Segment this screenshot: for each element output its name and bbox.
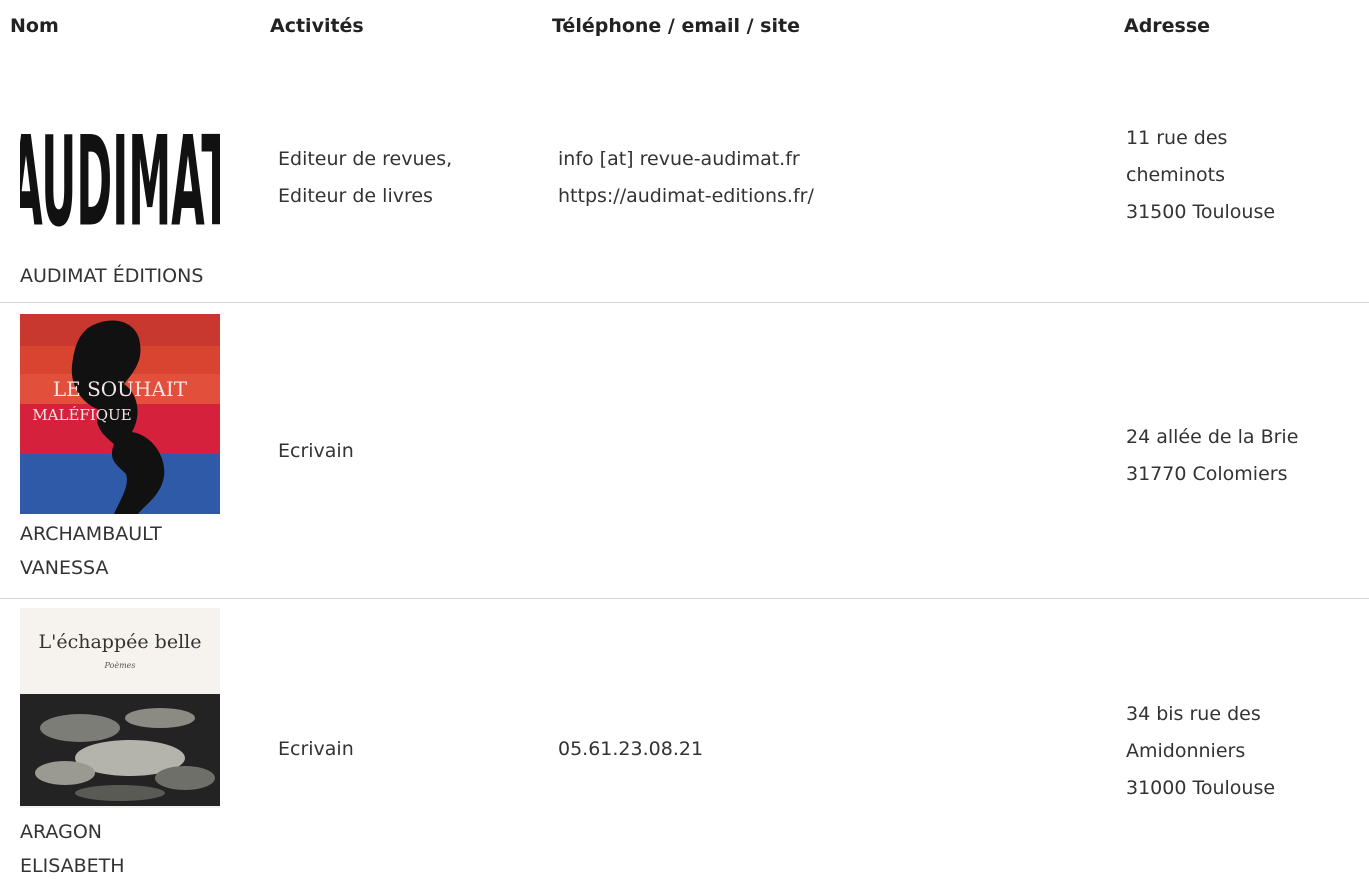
email-text[interactable]: info [at] revue-audimat.fr <box>558 141 814 178</box>
name-line: ARAGON <box>20 821 102 843</box>
name-line: VANESSA <box>20 557 109 579</box>
book-cover-l-echappee-belle[interactable]: L'échappée belle Poèmes <box>20 608 220 808</box>
address-line: 31770 Colomiers <box>1126 463 1288 485</box>
contact-cell: info [at] revue-audimat.fr https://audim… <box>558 141 814 215</box>
address-cell: 11 rue des cheminots 31500 Toulouse <box>1126 120 1275 231</box>
book-cover-le-souhait-malefique[interactable]: LE SOUHAIT MALÉFIQUE <box>20 314 220 514</box>
address-cell: 34 bis rue des Amidonniers 31000 Toulous… <box>1126 696 1275 807</box>
name-link-audimat[interactable]: AUDIMAT ÉDITIONS <box>20 259 203 293</box>
address-line: 31500 Toulouse <box>1126 201 1276 223</box>
address-line: 31000 Toulouse <box>1126 777 1276 799</box>
contact-cell: 05.61.23.08.21 <box>558 731 703 768</box>
table-row: AUDIMAT AUDIMAT ÉDITIONS Editeur de revu… <box>0 52 1369 303</box>
address-line: 34 bis rue des <box>1126 703 1261 725</box>
address-line: 11 rue des <box>1126 127 1228 149</box>
address-cell: 24 allée de la Brie 31770 Colomiers <box>1126 419 1298 493</box>
column-header-address: Adresse <box>1124 15 1211 37</box>
audimat-logo-image: AUDIMAT <box>20 74 220 274</box>
column-header-contact: Téléphone / email / site <box>552 15 800 37</box>
book-cover-title-line-2: MALÉFIQUE <box>32 406 131 424</box>
name-line: ARCHAMBAULT <box>20 523 162 545</box>
column-header-activities: Activités <box>270 15 364 37</box>
activities-cell: Ecrivain <box>278 433 354 470</box>
website-link[interactable]: https://audimat-editions.fr/ <box>558 178 814 215</box>
phone-text[interactable]: 05.61.23.08.21 <box>558 731 703 768</box>
name-link-aragon[interactable]: ARAGON ELISABETH <box>20 815 125 879</box>
book-cover-image: L'échappée belle Poèmes <box>20 608 220 808</box>
audimat-logo[interactable]: AUDIMAT <box>20 74 220 274</box>
activities-cell: Editeur de revues, Editeur de livres <box>278 141 452 215</box>
book-cover-subtitle: Poèmes <box>103 661 135 670</box>
name-link-archambault[interactable]: ARCHAMBAULT VANESSA <box>20 517 162 585</box>
table-row: LE SOUHAIT MALÉFIQUE ARCHAMBAULT VANESSA… <box>0 303 1369 599</box>
column-header-name: Nom <box>10 15 59 37</box>
directory-page: Nom Activités Téléphone / email / site A… <box>0 0 1369 879</box>
table-row: L'échappée belle Poèmes ARAGON ELISABETH… <box>0 599 1369 879</box>
name-line: ELISABETH <box>20 855 125 877</box>
address-line: 24 allée de la Brie <box>1126 426 1299 448</box>
activity-text: Ecrivain <box>278 440 354 462</box>
audimat-logo-text: AUDIMAT <box>20 110 220 254</box>
address-line: Amidonniers <box>1126 740 1246 762</box>
activity-text: Editeur de revues, <box>278 148 453 170</box>
address-line: cheminots <box>1126 164 1225 186</box>
book-cover-title-line-1: LE SOUHAIT <box>53 377 188 401</box>
activity-text: Editeur de livres <box>278 185 433 207</box>
book-cover-image: LE SOUHAIT MALÉFIQUE <box>20 314 220 514</box>
book-cover-title: L'échappée belle <box>39 631 202 653</box>
activities-cell: Ecrivain <box>278 731 354 768</box>
activity-text: Ecrivain <box>278 738 354 760</box>
table-header: Nom Activités Téléphone / email / site A… <box>0 0 1369 52</box>
